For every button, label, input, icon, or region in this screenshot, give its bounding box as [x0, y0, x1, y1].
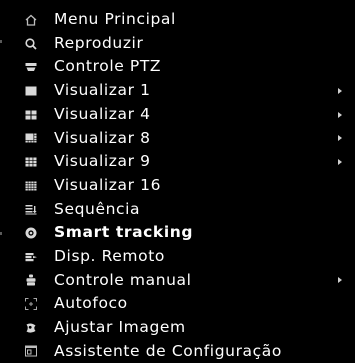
- menu-item-ptz-control[interactable]: Controle PTZ: [0, 55, 355, 79]
- setup-wizard-icon: [24, 344, 38, 358]
- adjust-image-icon: [24, 321, 38, 335]
- nine-view-icon: [24, 155, 38, 169]
- autofocus-icon: [24, 297, 38, 311]
- menu-item-label: Reproduzir: [54, 33, 144, 52]
- menu-item-view-4[interactable]: Visualizar 4: [0, 103, 355, 127]
- eight-view-icon: [24, 131, 38, 145]
- single-view-icon: [24, 84, 38, 98]
- submenu-arrow-icon: [338, 135, 342, 142]
- menu-item-label: Visualizar 9: [54, 152, 151, 171]
- quad-view-icon: [24, 108, 38, 122]
- menu-item-label: Controle manual: [54, 270, 192, 289]
- menu-item-view-16[interactable]: Visualizar 16: [0, 174, 355, 198]
- context-menu: Menu Principal Reproduzir Controle PTZ V…: [0, 0, 355, 363]
- menu-item-label: Sequência: [54, 199, 141, 218]
- ptz-camera-icon: [24, 60, 38, 74]
- menu-item-autofocus[interactable]: Autofoco: [0, 292, 355, 316]
- sequence-icon: [24, 202, 38, 216]
- home-icon: [24, 13, 38, 27]
- menu-item-sequence[interactable]: Sequência: [0, 198, 355, 222]
- submenu-arrow-icon: [338, 158, 342, 165]
- menu-item-label: Visualizar 16: [54, 175, 162, 194]
- menu-item-adjust-image[interactable]: Ajustar Imagem: [0, 316, 355, 340]
- menu-item-label: Disp. Remoto: [54, 246, 165, 265]
- menu-item-setup-wizard[interactable]: Assistente de Configuração: [0, 340, 355, 363]
- sixteen-view-icon: [24, 179, 38, 193]
- menu-item-label: Visualizar 8: [54, 128, 151, 147]
- menu-item-label: Assistente de Configuração: [54, 341, 282, 360]
- menu-item-view-8[interactable]: Visualizar 8: [0, 126, 355, 150]
- menu-item-label: Visualizar 1: [54, 81, 151, 100]
- submenu-arrow-icon: [338, 277, 342, 284]
- menu-item-playback[interactable]: Reproduzir: [0, 32, 355, 56]
- menu-item-label: Menu Principal: [54, 10, 176, 29]
- menu-item-main-menu[interactable]: Menu Principal: [0, 8, 355, 32]
- menu-item-remote-device[interactable]: Disp. Remoto: [0, 245, 355, 269]
- menu-item-label: Ajustar Imagem: [54, 318, 186, 337]
- manual-control-icon: [24, 273, 38, 287]
- menu-item-view-9[interactable]: Visualizar 9: [0, 150, 355, 174]
- submenu-arrow-icon: [338, 87, 342, 94]
- menu-item-smart-tracking[interactable]: Smart tracking: [0, 221, 355, 245]
- menu-item-label: Smart tracking: [54, 223, 194, 242]
- menu-item-manual-control[interactable]: Controle manual: [0, 269, 355, 293]
- menu-item-label: Autofoco: [54, 294, 128, 313]
- submenu-arrow-icon: [338, 111, 342, 118]
- smart-tracking-icon: [24, 226, 38, 240]
- menu-item-label: Visualizar 4: [54, 104, 151, 123]
- search-icon: [24, 37, 38, 51]
- menu-item-label: Controle PTZ: [54, 57, 162, 76]
- remote-device-icon: [24, 250, 38, 264]
- menu-item-view-1[interactable]: Visualizar 1: [0, 79, 355, 103]
